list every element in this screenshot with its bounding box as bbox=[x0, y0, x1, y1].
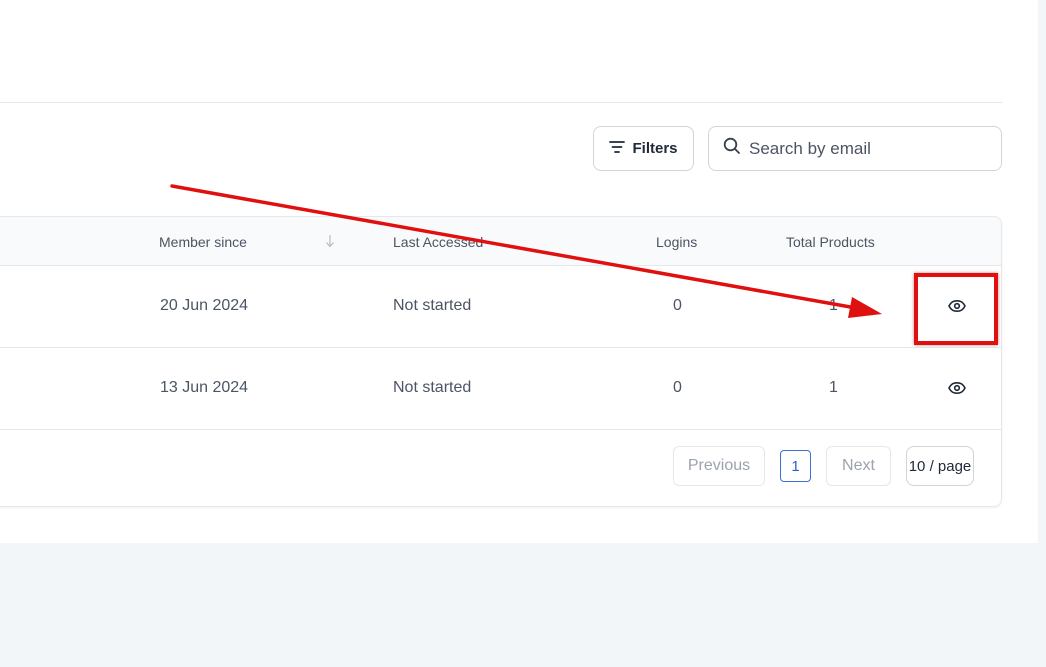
column-header-total-products[interactable]: Total Products bbox=[786, 234, 875, 250]
view-details-button[interactable] bbox=[945, 376, 969, 400]
filters-button[interactable]: Filters bbox=[593, 126, 694, 171]
cell-total-products: 1 bbox=[829, 379, 838, 396]
table-header: Member since Last Accessed Logins Total … bbox=[0, 217, 1001, 266]
cell-member-since: 20 Jun 2024 bbox=[160, 297, 249, 314]
cell-logins: 0 bbox=[673, 297, 682, 314]
filters-label: Filters bbox=[632, 140, 678, 157]
cell-last-accessed: Not started bbox=[393, 379, 472, 396]
next-page-button[interactable]: Next bbox=[826, 446, 891, 486]
previous-page-button[interactable]: Previous bbox=[673, 446, 765, 486]
cell-logins: 0 bbox=[673, 379, 682, 396]
column-header-last-accessed[interactable]: Last Accessed bbox=[393, 234, 483, 250]
table-row: 20 Jun 2024 Not started 0 1 bbox=[0, 266, 1001, 348]
table-row: 13 Jun 2024 Not started 0 1 bbox=[0, 348, 1001, 430]
search-field[interactable] bbox=[708, 126, 1002, 171]
cell-total-products: 1 bbox=[829, 297, 838, 314]
search-icon bbox=[723, 137, 741, 160]
eye-icon bbox=[948, 382, 966, 394]
cell-member-since: 13 Jun 2024 bbox=[160, 379, 249, 396]
column-header-member-since[interactable]: Member since bbox=[159, 234, 247, 250]
page-number-1[interactable]: 1 bbox=[780, 450, 811, 482]
annotation-highlight-box bbox=[914, 273, 998, 345]
search-input[interactable] bbox=[749, 138, 989, 159]
sort-arrow-down-icon[interactable] bbox=[325, 234, 335, 253]
header-divider bbox=[0, 102, 1002, 103]
column-header-logins[interactable]: Logins bbox=[656, 234, 697, 250]
page-size-select[interactable]: 10 / page bbox=[906, 446, 974, 486]
page-gutter bbox=[1038, 0, 1046, 667]
cell-last-accessed: Not started bbox=[393, 297, 472, 314]
filter-icon bbox=[609, 140, 626, 158]
